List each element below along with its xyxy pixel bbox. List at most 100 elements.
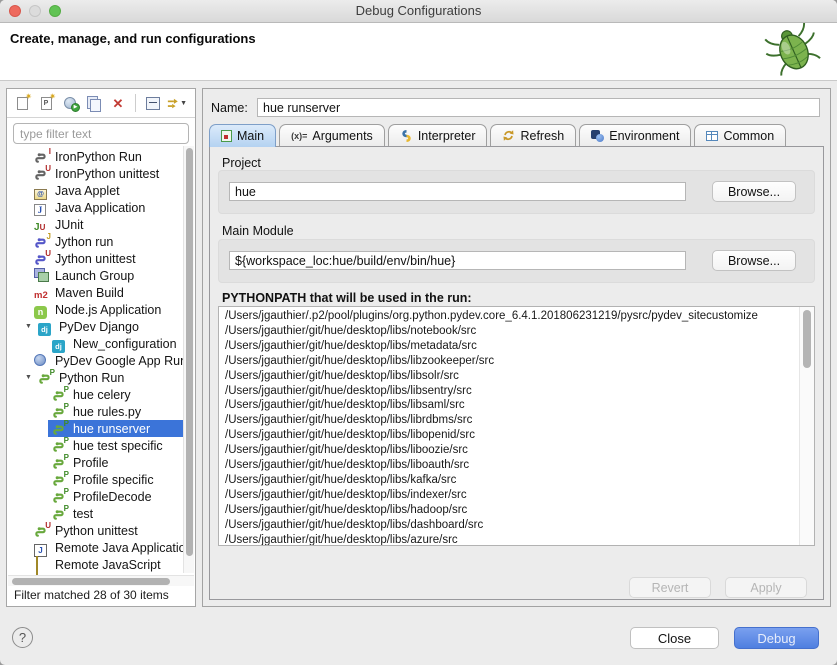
- google-app-run-icon: [34, 353, 51, 368]
- environment-icon: [591, 130, 604, 142]
- django-icon: dj: [52, 336, 69, 351]
- pythonpath-entry[interactable]: /Users/jgauthier/git/hue/desktop/libs/li…: [225, 443, 794, 458]
- tree-horizontal-scrollbar[interactable]: [8, 575, 194, 586]
- configurations-toolbar: ✷ P✷ ▶ ✕ ▼: [7, 89, 195, 118]
- tab-interpreter[interactable]: Interpreter: [388, 124, 488, 146]
- collapse-all-button[interactable]: [143, 93, 163, 113]
- tree-item-hue-celery[interactable]: Phue celery: [8, 386, 183, 403]
- pythonpath-entry[interactable]: /Users/jgauthier/git/hue/desktop/libs/me…: [225, 339, 794, 354]
- tree-item-ironpython-unittest[interactable]: UIronPython unittest: [8, 165, 183, 182]
- tree-item-pydev-google-app-run[interactable]: PyDev Google App Run: [8, 352, 183, 369]
- python-icon: [400, 129, 413, 143]
- pythonpath-entry[interactable]: /Users/jgauthier/git/hue/desktop/libs/li…: [225, 458, 794, 473]
- tree-item-test[interactable]: Ptest: [8, 505, 183, 522]
- java-applet-icon: @: [34, 183, 51, 198]
- tree-item-python-run[interactable]: PPython Run: [8, 369, 183, 386]
- tree-item-jython-run[interactable]: JJython run: [8, 233, 183, 250]
- tree-item-launch-group[interactable]: Launch Group: [8, 267, 183, 284]
- expander-icon[interactable]: [23, 374, 34, 381]
- revert-button[interactable]: Revert: [629, 577, 711, 598]
- main-module-input[interactable]: [229, 251, 686, 270]
- pythonpath-entry[interactable]: /Users/jgauthier/git/hue/desktop/libs/in…: [225, 488, 794, 503]
- tree-item-hue-test-specific[interactable]: Phue test specific: [8, 437, 183, 454]
- jython-run-icon: J: [34, 234, 51, 249]
- debug-button[interactable]: Debug: [734, 627, 819, 649]
- tab-common[interactable]: Common: [694, 124, 786, 146]
- tree-item-java-applet[interactable]: @Java Applet: [8, 182, 183, 199]
- tree-item-remote-java-application[interactable]: JRemote Java Application: [8, 539, 183, 556]
- python-run-icon: P: [52, 438, 69, 453]
- nodejs-icon: n: [34, 302, 51, 317]
- django-icon: dj: [38, 319, 55, 334]
- pythonpath-entry[interactable]: /Users/jgauthier/git/hue/desktop/libs/da…: [225, 518, 794, 533]
- pythonpath-entry[interactable]: /Users/jgauthier/git/hue/desktop/libs/li…: [225, 428, 794, 443]
- tree-item-nodejs-application[interactable]: nNode.js Application: [8, 301, 183, 318]
- export-configuration-button[interactable]: ▶: [60, 93, 80, 113]
- tree-item-ironpython-run[interactable]: IIronPython Run: [8, 148, 183, 165]
- help-button[interactable]: ?: [12, 627, 33, 648]
- tree-item-maven-build[interactable]: m2Maven Build: [8, 284, 183, 301]
- filter-input[interactable]: [14, 127, 188, 141]
- tab-main[interactable]: Main: [209, 124, 276, 147]
- pythonpath-entry[interactable]: /Users/jgauthier/.p2/pool/plugins/org.py…: [225, 309, 794, 324]
- apply-button[interactable]: Apply: [725, 577, 807, 598]
- tree-item-profile-specific[interactable]: PProfile specific: [8, 471, 183, 488]
- remote-java-icon: J: [34, 540, 51, 555]
- pythonpath-entry[interactable]: /Users/jgauthier/git/hue/desktop/libs/li…: [225, 398, 794, 413]
- main-module-browse-button[interactable]: Browse...: [712, 250, 796, 271]
- filter-configurations-button[interactable]: ▼: [167, 93, 187, 113]
- launch-configurations-panel: ✷ P✷ ▶ ✕ ▼ IIronPython Run UIronPython u…: [6, 88, 196, 607]
- tab-arguments[interactable]: (x)= Arguments: [279, 124, 385, 146]
- filter-field-wrap: [13, 123, 189, 144]
- tree-item-remote-javascript[interactable]: Remote JavaScript: [8, 556, 183, 573]
- python-run-icon: P: [52, 421, 69, 436]
- tree-item-new-configuration[interactable]: djNew_configuration: [8, 335, 183, 352]
- tree-item-jython-unittest[interactable]: UJython unittest: [8, 250, 183, 267]
- python-run-icon: P: [52, 489, 69, 504]
- tree-item-profiledecode[interactable]: PProfileDecode: [8, 488, 183, 505]
- pythonpath-entry[interactable]: /Users/jgauthier/git/hue/desktop/libs/li…: [225, 369, 794, 384]
- tree-item-java-application[interactable]: JJava Application: [8, 199, 183, 216]
- python-run-icon: P: [52, 404, 69, 419]
- project-browse-button[interactable]: Browse...: [712, 181, 796, 202]
- close-button[interactable]: Close: [630, 627, 719, 649]
- tree-item-junit[interactable]: JUJUnit: [8, 216, 183, 233]
- main-module-group: Browse...: [218, 239, 815, 283]
- python-run-icon: P: [52, 387, 69, 402]
- tree-vertical-scrollbar[interactable]: [183, 146, 194, 573]
- pythonpath-scrollbar[interactable]: [799, 307, 814, 545]
- tab-refresh[interactable]: Refresh: [490, 124, 576, 146]
- tab-environment[interactable]: Environment: [579, 124, 691, 146]
- project-input[interactable]: [229, 182, 686, 201]
- delete-configuration-button[interactable]: ✕: [108, 93, 128, 113]
- duplicate-configuration-button[interactable]: [84, 93, 104, 113]
- pythonpath-entry[interactable]: /Users/jgauthier/git/hue/desktop/libs/li…: [225, 384, 794, 399]
- common-icon: [706, 131, 718, 141]
- pythonpath-entry[interactable]: /Users/jgauthier/git/hue/desktop/libs/ka…: [225, 473, 794, 488]
- name-input[interactable]: [257, 98, 820, 117]
- new-configuration-button[interactable]: ✷: [12, 93, 32, 113]
- filter-status: Filter matched 28 of 30 items: [14, 588, 169, 602]
- tree-item-hue-runserver[interactable]: Phue runserver: [8, 420, 183, 437]
- main-module-group-label: Main Module: [222, 224, 294, 238]
- debug-bug-icon: [763, 23, 825, 82]
- pythonpath-list[interactable]: /Users/jgauthier/.p2/pool/plugins/org.py…: [218, 306, 815, 546]
- pythonpath-entry[interactable]: /Users/jgauthier/git/hue/desktop/libs/li…: [225, 354, 794, 369]
- tree-item-hue-rules-py[interactable]: Phue rules.py: [8, 403, 183, 420]
- configurations-tree: IIronPython Run UIronPython unittest @Ja…: [8, 146, 183, 575]
- tree-item-python-unittest[interactable]: UPython unittest: [8, 522, 183, 539]
- title-bar[interactable]: Debug Configurations: [0, 0, 837, 23]
- python-run-icon: P: [52, 472, 69, 487]
- pythonpath-entry[interactable]: /Users/jgauthier/git/hue/desktop/libs/li…: [225, 413, 794, 428]
- tree-item-pydev-django[interactable]: djPyDev Django: [8, 318, 183, 335]
- python-unittest-icon: U: [34, 523, 51, 538]
- pythonpath-label: PYTHONPATH that will be used in the run:: [222, 291, 472, 305]
- pythonpath-entry[interactable]: /Users/jgauthier/git/hue/desktop/libs/az…: [225, 533, 794, 546]
- pythonpath-entry[interactable]: /Users/jgauthier/git/hue/desktop/libs/ha…: [225, 503, 794, 518]
- python-run-icon: P: [38, 370, 55, 385]
- toolbar-separator: [135, 94, 136, 112]
- expander-icon[interactable]: [23, 323, 34, 330]
- new-prototype-button[interactable]: P✷: [36, 93, 56, 113]
- tree-item-profile[interactable]: PProfile: [8, 454, 183, 471]
- pythonpath-entry[interactable]: /Users/jgauthier/git/hue/desktop/libs/no…: [225, 324, 794, 339]
